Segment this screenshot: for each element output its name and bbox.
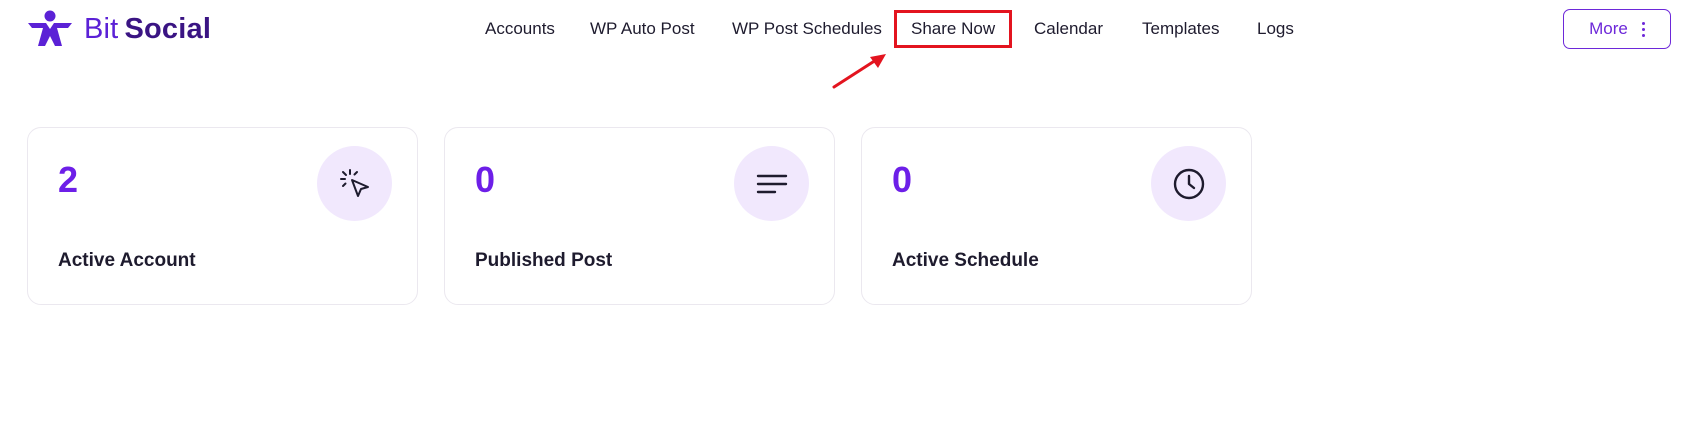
nav-item-share-now[interactable]: Share Now bbox=[894, 10, 1013, 48]
more-button-label: More bbox=[1589, 19, 1628, 38]
stat-value: 0 bbox=[892, 159, 913, 200]
nav-item-logs[interactable]: Logs bbox=[1257, 10, 1294, 48]
stat-card-active-account: 2 Active Account bbox=[27, 127, 418, 305]
vertical-dots-icon bbox=[1641, 21, 1645, 37]
stat-label: Published Post bbox=[475, 250, 613, 271]
nav-item-calendar[interactable]: Calendar bbox=[1034, 10, 1103, 48]
annotation-arrow-icon bbox=[832, 54, 886, 89]
stat-value: 0 bbox=[475, 159, 496, 200]
dashboard-page: Bit Social Accounts WP Auto Post WP Post … bbox=[0, 0, 1692, 428]
clock-icon bbox=[1151, 146, 1226, 221]
cursor-click-icon bbox=[317, 146, 392, 221]
stat-card-active-schedule: 0 Active Schedule bbox=[861, 127, 1252, 305]
stat-card-published-post: 0 Published Post bbox=[444, 127, 835, 305]
nav-item-accounts[interactable]: Accounts bbox=[485, 10, 555, 48]
logo-text-bit: Bit bbox=[84, 12, 119, 45]
more-button[interactable]: More bbox=[1563, 9, 1671, 49]
stat-value: 2 bbox=[58, 159, 79, 200]
bit-social-logo-icon bbox=[28, 10, 72, 46]
nav-item-wp-post-schedules[interactable]: WP Post Schedules bbox=[732, 10, 882, 48]
stat-label: Active Account bbox=[58, 250, 196, 271]
app-logo[interactable]: Bit Social bbox=[26, 8, 211, 50]
nav-item-wp-auto-post[interactable]: WP Auto Post bbox=[590, 10, 695, 48]
text-lines-icon bbox=[734, 146, 809, 221]
nav-item-templates[interactable]: Templates bbox=[1142, 10, 1219, 48]
stat-label: Active Schedule bbox=[892, 250, 1039, 271]
logo-text-social: Social bbox=[124, 12, 212, 45]
